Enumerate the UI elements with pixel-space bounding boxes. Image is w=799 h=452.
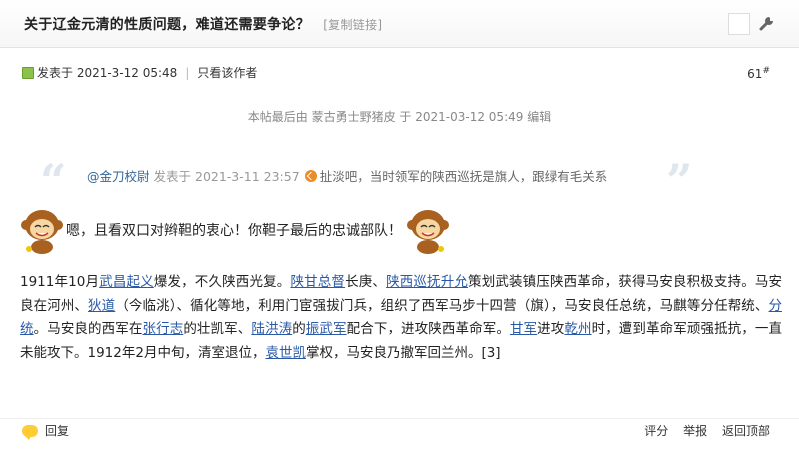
- post-meta: 发表于 2021-3-12 05:48 | 只看该作者: [22, 64, 257, 81]
- back-arrow-icon[interactable]: [304, 169, 317, 182]
- reply-button[interactable]: 回复: [22, 422, 70, 440]
- thread-title: 关于辽金元清的性质问题，难道还需要争论？ [复制链接]: [24, 14, 382, 34]
- body-text: 配合下，进攻陕西革命军。: [346, 321, 510, 337]
- link-gansu-army[interactable]: 甘军: [510, 321, 537, 337]
- quote-block: “ @金刀校尉 发表于 2021-3-11 23:57 扯淡吧，当时领军的陕西巡…: [40, 156, 700, 204]
- wrench-icon[interactable]: [758, 14, 776, 32]
- checkbox-button[interactable]: [728, 13, 750, 35]
- reply-text: 嗯，且看双口对辫靼的衷心！你靼子最后的忠诚部队！: [66, 223, 402, 239]
- body-text: 掌权，马安良乃撤军回兰州。[3]: [305, 344, 501, 361]
- body-text: 1911年10月: [20, 274, 100, 290]
- quote-posted: 发表于 2021-3-11 23:57: [153, 169, 300, 184]
- link-yuan-shikai[interactable]: 袁世凯: [265, 345, 306, 361]
- body-text: 。马安良的西军在: [33, 321, 143, 337]
- link-zhang-xingzhi[interactable]: 张行志: [142, 321, 183, 337]
- post-body: 1911年10月武昌起义爆发，不久陕西光复。陕甘总督长庚、陕西巡抚升允策划武装镇…: [20, 271, 782, 365]
- quote-author-link[interactable]: @金刀校尉: [87, 166, 150, 185]
- only-author-link[interactable]: 只看该作者: [197, 64, 257, 81]
- body-text: 长庚、: [345, 274, 387, 290]
- floor-value: 61: [747, 67, 763, 81]
- floor-mark: #: [762, 66, 770, 76]
- body-text: 进攻: [537, 321, 565, 337]
- monkey-emoji-icon: [407, 210, 449, 254]
- quote-open-icon: “: [40, 154, 67, 208]
- quote-text: 扯淡吧，当时领军的陕西巡抚是旗人，跟绿有毛关系: [319, 169, 608, 184]
- floor-number[interactable]: 61#: [747, 66, 770, 81]
- copy-link-button[interactable]: [复制链接]: [323, 16, 382, 33]
- body-text: （今临洮）、循化等地，利用门宦强拔门兵，组织了西军马步十四营（旗），马安良任总统…: [115, 297, 769, 314]
- link-wuchang-uprising[interactable]: 武昌起义: [99, 274, 154, 290]
- link-lu-hongtao[interactable]: 陆洪涛: [251, 321, 292, 337]
- link-qianzhou[interactable]: 乾州: [564, 321, 591, 337]
- thread-title-text: 关于辽金元清的性质问题，难道还需要争论？: [24, 17, 310, 33]
- link-zhenwu-army[interactable]: 振武军: [306, 321, 347, 337]
- rate-button[interactable]: 评分: [644, 424, 668, 438]
- report-button[interactable]: 举报: [683, 424, 707, 438]
- monkey-emoji-icon: [21, 210, 63, 254]
- online-icon: [22, 66, 34, 79]
- quote-content: @金刀校尉 发表于 2021-3-11 23:57 扯淡吧，当时领军的陕西巡抚是…: [87, 166, 607, 185]
- link-didao[interactable]: 狄道: [88, 298, 115, 314]
- reply-label: 回复: [45, 424, 70, 438]
- body-text: 的: [292, 321, 306, 337]
- meta-divider: |: [185, 65, 190, 80]
- post-actions: 评分 举报 返回顶部: [633, 422, 770, 439]
- body-text: 的壮凯军、: [183, 321, 252, 337]
- reply-icon: [22, 424, 38, 440]
- thread-header: 关于辽金元清的性质问题，难道还需要争论？ [复制链接]: [0, 0, 799, 48]
- body-text: 爆发，不久陕西光复。: [153, 274, 291, 290]
- quote-close-icon: ”: [666, 154, 693, 208]
- link-shaanxi-governor[interactable]: 陕西巡抚升允: [386, 274, 468, 290]
- back-to-top-button[interactable]: 返回顶部: [722, 424, 770, 438]
- posted-time: 发表于 2021-3-12 05:48: [37, 66, 178, 80]
- reply-line: 嗯，且看双口对辫靼的衷心！你靼子最后的忠诚部队！: [20, 204, 452, 256]
- link-shaangan-governor[interactable]: 陕甘总督: [290, 274, 345, 290]
- edited-note: 本帖最后由 蒙古勇士野猪皮 于 2021-03-12 05:49 编辑: [247, 110, 552, 124]
